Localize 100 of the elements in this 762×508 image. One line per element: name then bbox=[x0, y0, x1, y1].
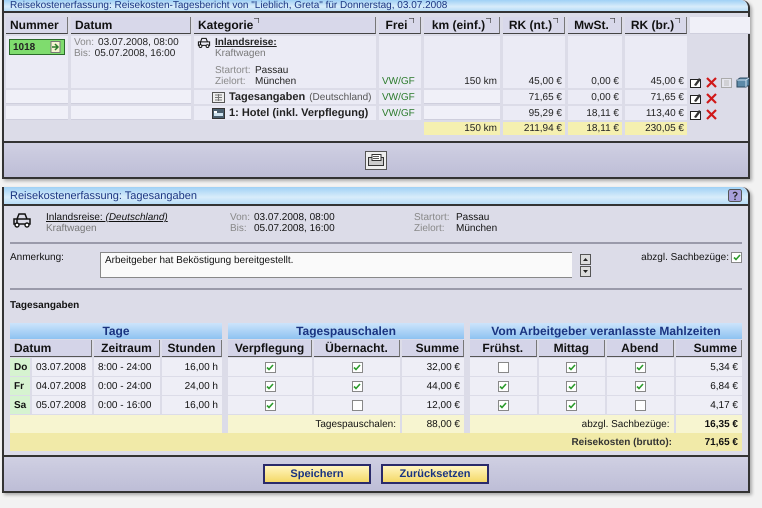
delete-icon[interactable] bbox=[706, 93, 717, 104]
table-cell: 04.07.2008 bbox=[32, 377, 92, 396]
checkbox[interactable] bbox=[498, 380, 509, 392]
checkbox[interactable] bbox=[634, 362, 646, 373]
column-header: Zeitraum bbox=[94, 340, 160, 358]
table-cell: 18,11 € bbox=[586, 108, 619, 120]
checkbox[interactable] bbox=[634, 380, 646, 392]
sort-marker-icon bbox=[254, 18, 260, 23]
vehicle-text: Kraftwagen bbox=[215, 48, 267, 60]
car-icon bbox=[12, 212, 32, 228]
remark-label: Anmerkung: bbox=[10, 252, 65, 264]
print-button[interactable] bbox=[365, 150, 387, 170]
table-cell: 0,00 € bbox=[591, 92, 619, 104]
label: Bis: bbox=[230, 223, 248, 234]
group-header: Vom Arbeitgeber veranlasste Mahlzeiten bbox=[470, 323, 742, 340]
deduction-label: abzgl. Sachbezüge: bbox=[641, 252, 729, 264]
table-cell: 5,34 € bbox=[676, 358, 742, 376]
checkbox[interactable] bbox=[566, 380, 578, 392]
checkbox[interactable] bbox=[352, 380, 362, 392]
weekday-cell: Fr bbox=[10, 377, 30, 396]
group-header: Tagespauschalen bbox=[228, 323, 464, 340]
window-title: Reisekostenerfassung: Reisekosten-Tagesbericht von "Lieblich, Greta" für Donnerstag, 03.07.2008 bbox=[10, 0, 448, 11]
weekday-cell: Do bbox=[10, 358, 30, 376]
entry-label[interactable]: Tagesangaben bbox=[229, 91, 306, 104]
table-cell: 150 km bbox=[464, 76, 497, 88]
checkbox[interactable] bbox=[264, 380, 276, 392]
number-badge[interactable]: 1018 bbox=[9, 39, 65, 55]
table-cell: 0:00 - 16:00 bbox=[94, 396, 160, 414]
delete-icon[interactable] bbox=[706, 109, 717, 120]
table-cell: 0,00 € bbox=[591, 76, 619, 88]
label: Von: bbox=[74, 37, 94, 48]
total-cell: 18,11 € bbox=[586, 123, 619, 134]
checkbox[interactable] bbox=[264, 362, 276, 373]
column-header[interactable]: RK (nt.) bbox=[503, 17, 565, 34]
weekday-cell: Sa bbox=[10, 396, 30, 414]
table-cell: 8:00 - 24:00 bbox=[94, 358, 160, 376]
category-link[interactable]: Inlandsreise: (Deutschland) bbox=[46, 212, 216, 224]
document-arrow-icon[interactable] bbox=[50, 41, 61, 53]
folder-icon[interactable] bbox=[736, 77, 750, 88]
date-value: 05.07.2008, 16:00 bbox=[254, 223, 335, 234]
checkbox[interactable] bbox=[498, 400, 509, 411]
checkbox[interactable] bbox=[634, 400, 646, 411]
remark-field[interactable]: Arbeitgeber hat Beköstigung bereitgestellt. bbox=[100, 252, 572, 278]
action-button[interactable]: Speichern bbox=[263, 464, 371, 484]
table-cell: 4,17 € bbox=[676, 396, 742, 414]
column-header[interactable]: RK (br.) bbox=[625, 17, 687, 34]
place-value: Passau bbox=[255, 65, 288, 76]
table-cell: 03.07.2008 bbox=[32, 358, 92, 376]
group-header: Tage bbox=[10, 323, 222, 340]
column-header[interactable]: MwSt. bbox=[568, 17, 622, 34]
total-cell: 150 km bbox=[464, 123, 497, 134]
checkbox[interactable] bbox=[264, 400, 276, 411]
place-value: München bbox=[255, 76, 296, 88]
sort-marker-icon bbox=[553, 18, 558, 23]
column-header: Stunden bbox=[162, 340, 222, 358]
checkbox[interactable] bbox=[566, 362, 578, 373]
scroll-down-button[interactable] bbox=[580, 266, 592, 277]
table-cell bbox=[690, 17, 750, 34]
checkbox[interactable] bbox=[352, 400, 362, 411]
edit-icon[interactable] bbox=[690, 109, 702, 120]
column-header: Verpflegung bbox=[228, 340, 312, 358]
table-cell: 44,00 € bbox=[402, 377, 464, 396]
up-arrow-icon bbox=[583, 258, 588, 261]
column-header[interactable]: Frei bbox=[379, 17, 421, 34]
summary-label: abzgl. Sachbezüge: bbox=[470, 415, 674, 434]
scroll-up-button[interactable] bbox=[580, 254, 592, 265]
checkbox[interactable] bbox=[498, 362, 509, 373]
sort-marker-icon bbox=[408, 18, 414, 23]
action-button[interactable]: Zurücksetzen bbox=[381, 464, 489, 484]
bed-icon bbox=[212, 108, 225, 119]
table-cell: 45,00 € bbox=[650, 76, 684, 88]
column-header[interactable]: Nummer bbox=[6, 17, 68, 34]
edit-icon[interactable] bbox=[690, 93, 702, 104]
document-icon bbox=[721, 78, 732, 88]
column-header: Abend bbox=[607, 340, 674, 358]
table-cell: 24,00 h bbox=[162, 377, 222, 396]
sort-marker-icon bbox=[675, 18, 680, 23]
checkbox[interactable] bbox=[352, 362, 362, 373]
checkbox[interactable] bbox=[566, 400, 578, 411]
table-cell: 71,65 € bbox=[650, 92, 684, 104]
table-cell: 12,00 € bbox=[402, 396, 464, 414]
table-cell: 16,00 h bbox=[162, 396, 222, 414]
down-arrow-icon bbox=[583, 270, 588, 273]
edit-icon[interactable] bbox=[690, 77, 702, 88]
summary-label: Tagespauschalen: bbox=[228, 415, 400, 434]
column-header[interactable]: Kategorie bbox=[194, 17, 376, 34]
summary-label: Reisekosten (brutto): bbox=[570, 436, 673, 450]
checkbox[interactable] bbox=[731, 252, 742, 264]
place-value: Passau bbox=[456, 212, 490, 224]
table-cell bbox=[6, 106, 68, 120]
help-icon[interactable] bbox=[728, 189, 742, 202]
category-link[interactable]: Inlandsreise: bbox=[215, 37, 277, 48]
delete-icon[interactable] bbox=[706, 77, 717, 88]
total-cell: 211,94 € bbox=[524, 123, 562, 134]
table-cell bbox=[6, 90, 68, 104]
label: Von: bbox=[230, 212, 250, 224]
column-header[interactable]: Datum bbox=[71, 17, 191, 34]
column-header: Frühst. bbox=[470, 340, 536, 358]
column-header[interactable]: km (einf.) bbox=[424, 17, 500, 34]
vehicle-text: Kraftwagen bbox=[46, 223, 98, 234]
